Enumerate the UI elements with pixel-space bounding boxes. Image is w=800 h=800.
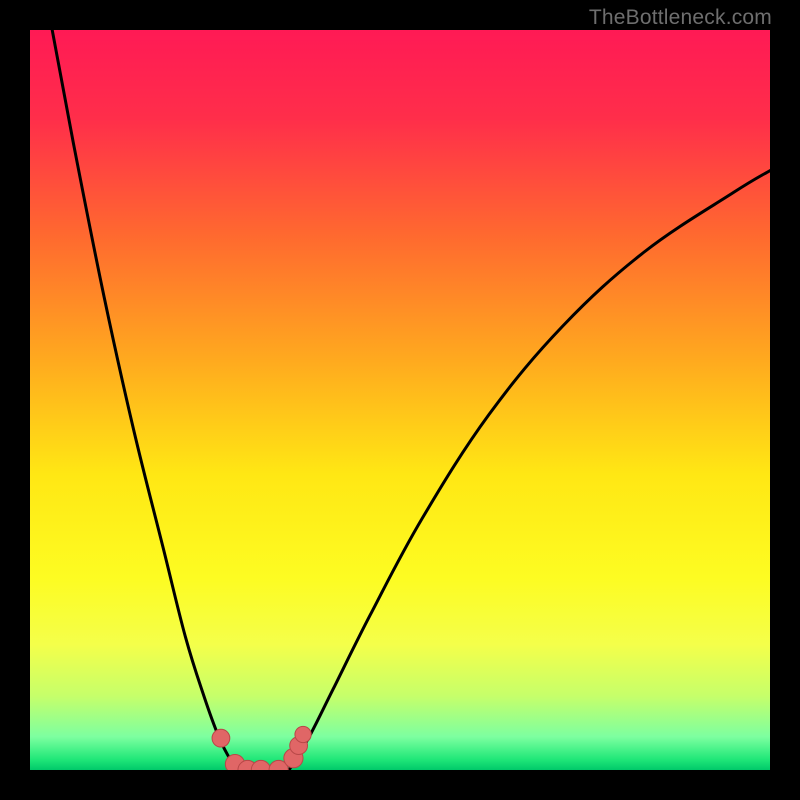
chart-frame: TheBottleneck.com — [0, 0, 800, 800]
data-marker — [295, 726, 311, 742]
chart-svg — [30, 30, 770, 770]
data-marker — [212, 729, 230, 747]
plot-area — [30, 30, 770, 770]
data-marker — [251, 760, 270, 770]
watermark-text: TheBottleneck.com — [589, 6, 772, 30]
bottleneck-curve — [52, 30, 770, 770]
